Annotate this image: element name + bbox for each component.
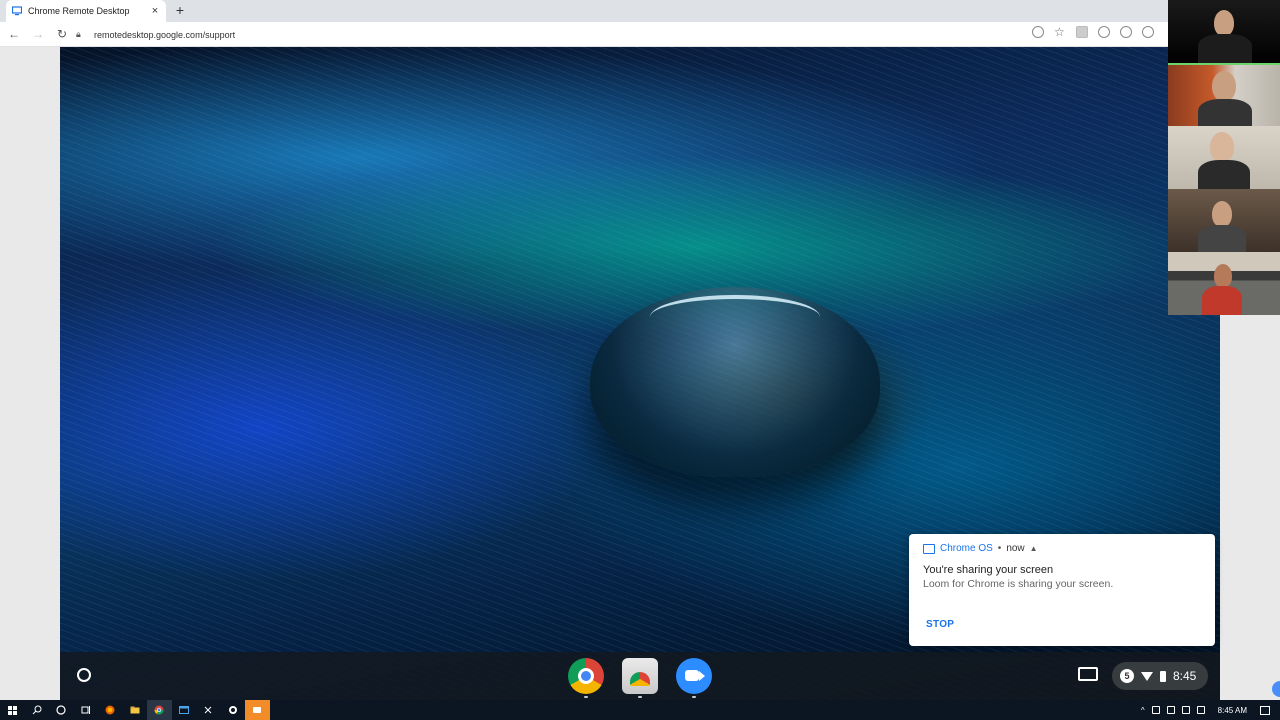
shelf-running-indicator bbox=[638, 696, 642, 698]
notification-app-name: Chrome OS bbox=[940, 543, 993, 554]
chevron-up-icon[interactable]: ^ bbox=[1141, 706, 1145, 715]
chrome-taskbar-button[interactable] bbox=[147, 700, 172, 720]
scissors-icon bbox=[204, 706, 212, 714]
file-explorer-taskbar-button[interactable] bbox=[123, 700, 148, 720]
reload-button[interactable]: ↻ bbox=[52, 24, 72, 44]
chromeos-shelf: 5 8:45 bbox=[60, 652, 1220, 700]
participant-video[interactable] bbox=[1168, 189, 1280, 252]
tab-chrome-remote-desktop[interactable]: Chrome Remote Desktop × bbox=[6, 0, 166, 22]
screen: Chrome Remote Desktop × + ← → ↻ 🔒︎ remot… bbox=[0, 0, 1280, 720]
participant-video[interactable] bbox=[1168, 126, 1280, 189]
cast-icon bbox=[923, 543, 935, 554]
back-button[interactable]: ← bbox=[4, 24, 24, 44]
participant-video[interactable] bbox=[1168, 252, 1280, 315]
loom-icon bbox=[253, 707, 262, 713]
search-icon bbox=[32, 705, 42, 715]
circle-app-icon bbox=[228, 706, 237, 714]
task-view-button[interactable] bbox=[74, 700, 99, 720]
notification-header: Chrome OS • now ▲ bbox=[923, 543, 1038, 554]
shelf-clock: 8:45 bbox=[1173, 669, 1197, 683]
notification-separator: • bbox=[997, 543, 1002, 554]
notification-body: Loom for Chrome is sharing your screen. bbox=[923, 578, 1114, 590]
shelf-app-chrome-icon[interactable] bbox=[568, 658, 604, 694]
participant-video[interactable] bbox=[1168, 63, 1280, 126]
windows-start-button[interactable] bbox=[0, 700, 25, 720]
screen-sharing-notification[interactable]: Chrome OS • now ▲ You're sharing your sc… bbox=[909, 534, 1215, 646]
extension-icon[interactable] bbox=[1076, 26, 1088, 38]
address-bar[interactable]: 🔒︎ remotedesktop.google.com/support bbox=[76, 25, 1156, 44]
app-taskbar-button[interactable] bbox=[221, 700, 246, 720]
shelf-app-files-icon[interactable] bbox=[622, 658, 658, 694]
lock-icon: 🔒︎ bbox=[76, 29, 81, 39]
launcher-icon[interactable] bbox=[77, 668, 91, 682]
shelf-app-zoom-icon[interactable] bbox=[676, 658, 712, 694]
app-taskbar-button[interactable] bbox=[172, 700, 197, 720]
window-app-icon bbox=[178, 706, 189, 714]
wifi-icon[interactable] bbox=[1196, 706, 1205, 714]
snipping-tool-taskbar-button[interactable] bbox=[196, 700, 221, 720]
bookmark-star-icon[interactable]: ☆ bbox=[1054, 26, 1066, 38]
taskbar-clock[interactable]: 8:45 AM bbox=[1218, 706, 1247, 715]
network-icon[interactable] bbox=[1166, 706, 1175, 714]
options-panel-toggle-icon[interactable] bbox=[1272, 681, 1280, 697]
cortana-button[interactable] bbox=[49, 700, 74, 720]
folder-icon bbox=[130, 706, 140, 714]
stop-sharing-button[interactable]: STOP bbox=[926, 619, 954, 630]
action-center-icon[interactable] bbox=[1260, 705, 1270, 715]
new-tab-button[interactable]: + bbox=[173, 3, 187, 17]
system-tray[interactable]: 5 8:45 bbox=[1112, 662, 1208, 690]
shelf-running-indicator bbox=[692, 696, 696, 698]
firefox-taskbar-button[interactable] bbox=[98, 700, 123, 720]
water-drop-image bbox=[590, 287, 880, 477]
loom-taskbar-button[interactable] bbox=[245, 700, 270, 720]
cortana-icon bbox=[56, 705, 66, 715]
windows-taskbar: ^ 8:45 AM bbox=[0, 700, 1280, 720]
account-badge: 5 bbox=[1120, 669, 1134, 683]
remote-right-margin bbox=[1220, 315, 1280, 700]
tab-title: Chrome Remote Desktop bbox=[28, 6, 130, 16]
forward-button[interactable]: → bbox=[28, 24, 48, 44]
windows-logo-icon bbox=[7, 705, 17, 715]
extension-circle-icon[interactable] bbox=[1098, 26, 1110, 38]
firefox-icon bbox=[105, 705, 115, 715]
url-text: remotedesktop.google.com/support bbox=[94, 29, 236, 40]
tab-close-icon[interactable]: × bbox=[150, 6, 160, 17]
remote-left-margin bbox=[0, 47, 60, 700]
participant-video[interactable] bbox=[1168, 0, 1280, 63]
remote-desktop-favicon-icon bbox=[12, 6, 22, 16]
install-icon[interactable] bbox=[1032, 26, 1044, 38]
onedrive-icon[interactable] bbox=[1151, 706, 1160, 714]
loom-extension-icon[interactable] bbox=[1120, 26, 1132, 38]
system-tray-windows: ^ 8:45 AM bbox=[1141, 700, 1280, 720]
browser-toolbar: ← → ↻ 🔒︎ remotedesktop.google.com/suppor… bbox=[0, 22, 1168, 47]
video-participants bbox=[1168, 0, 1280, 315]
notification-time: now bbox=[1006, 543, 1025, 554]
toolbar-icons: ☆ bbox=[1032, 26, 1154, 38]
tab-strip: Chrome Remote Desktop × + bbox=[0, 0, 1168, 22]
shelf-running-indicator bbox=[584, 696, 588, 698]
chevron-up-icon[interactable]: ▲ bbox=[1030, 544, 1038, 553]
volume-icon[interactable] bbox=[1181, 706, 1190, 714]
account-icon[interactable] bbox=[1142, 26, 1154, 38]
notification-title: You're sharing your screen bbox=[923, 564, 1054, 576]
search-button[interactable] bbox=[25, 700, 50, 720]
virtual-keyboard-icon[interactable] bbox=[1078, 667, 1098, 681]
chrome-icon bbox=[154, 705, 164, 715]
task-view-icon bbox=[81, 706, 90, 714]
wifi-icon bbox=[1141, 671, 1153, 681]
battery-icon bbox=[1160, 670, 1166, 682]
